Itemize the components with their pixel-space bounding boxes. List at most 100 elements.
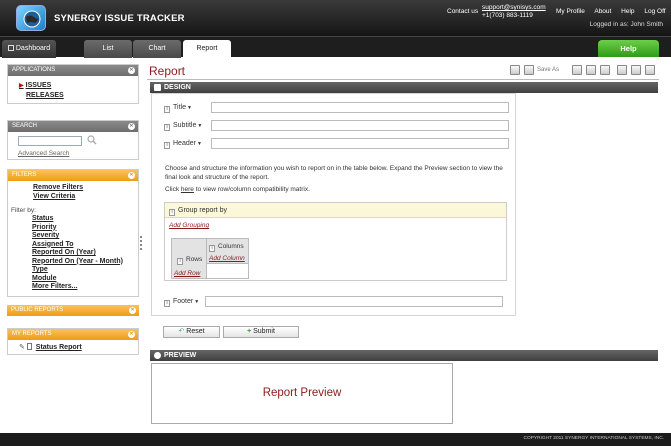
info-icon[interactable]: i	[169, 209, 175, 216]
help-button[interactable]: Help	[598, 40, 659, 57]
header-field-label: i Header▼	[164, 140, 202, 149]
undo-icon: ↶	[178, 328, 185, 335]
about-link[interactable]: About	[594, 8, 611, 15]
filter-by-label: Filter by:	[11, 207, 36, 214]
logged-in-user: John Smith	[630, 21, 663, 28]
tab-dashboard[interactable]: Dashboard	[2, 40, 56, 58]
view-criteria-link[interactable]: View Criteria	[33, 193, 138, 202]
group-by-header: i Group report by	[165, 203, 506, 218]
print-icon[interactable]	[572, 65, 582, 75]
dropdown-caret-icon[interactable]: ▼	[197, 141, 202, 147]
my-reports-header: MY REPORTS ✕	[8, 329, 138, 340]
info-icon[interactable]: i	[164, 142, 170, 149]
footer-input[interactable]	[205, 296, 503, 307]
search-title: SEARCH	[12, 123, 38, 129]
filter-status[interactable]: Status	[32, 215, 138, 224]
collapse-icon[interactable]: ✕	[128, 172, 135, 179]
help-link[interactable]: Help	[621, 8, 634, 15]
click-suffix: to view row/column compatibility matrix.	[195, 186, 310, 193]
advanced-search-link[interactable]: Advanced Search	[18, 150, 69, 157]
subtitle-input[interactable]	[211, 120, 509, 131]
save-as-label[interactable]: Save As	[537, 67, 559, 73]
add-column-link[interactable]: Add Column	[209, 255, 245, 262]
my-reports-panel: MY REPORTS ✕ ✎ Status Report	[7, 328, 139, 355]
footer-field-label: i Footer▼	[164, 298, 199, 307]
edit-icon[interactable]: ✎	[19, 343, 25, 351]
search-panel: SEARCH ✕ Advanced Search	[7, 120, 139, 160]
arrow-right-icon: ▶	[19, 83, 24, 89]
filter-reported-on-year-month[interactable]: Reported On (Year - Month)	[32, 258, 138, 267]
sidebar-item-issues-label: ISSUES	[25, 82, 52, 89]
columns-cell: i Columns Add Column	[206, 238, 249, 264]
reset-button[interactable]: ↶ Reset	[163, 326, 220, 338]
app-logo	[16, 5, 46, 31]
filter-type[interactable]: Type	[32, 266, 138, 275]
search-input[interactable]	[18, 136, 82, 146]
public-reports-header: PUBLIC REPORTS ✕	[7, 305, 139, 316]
save-icon[interactable]	[510, 65, 520, 75]
my-reports-title: MY REPORTS	[12, 331, 52, 337]
info-icon[interactable]: i	[164, 124, 170, 131]
dropdown-caret-icon[interactable]: ▼	[197, 123, 202, 129]
title-divider	[147, 79, 659, 80]
subtitle-field-label: i Subtitle▼	[164, 122, 202, 131]
info-icon[interactable]: i	[177, 258, 183, 265]
filter-assigned-to[interactable]: Assigned To	[32, 241, 138, 250]
compatibility-text: Click here to view row/column compatibil…	[165, 186, 310, 193]
log-off-link[interactable]: Log Off	[644, 8, 665, 15]
info-icon[interactable]: i	[209, 245, 215, 252]
public-reports-panel: PUBLIC REPORTS ✕	[7, 305, 139, 317]
excel-icon[interactable]	[631, 65, 641, 75]
info-icon[interactable]: i	[164, 106, 170, 113]
page-title: Report	[149, 64, 186, 78]
collapse-icon[interactable]: ✕	[128, 123, 135, 130]
collapse-icon[interactable]: ✕	[128, 331, 135, 338]
save-as-icon[interactable]	[524, 65, 534, 75]
search-icon[interactable]	[87, 135, 97, 147]
preview-section-header[interactable]: PREVIEW	[150, 350, 658, 361]
columns-label: Columns	[218, 243, 244, 250]
contact-email-link[interactable]: support@synisys.com	[482, 4, 546, 12]
my-profile-link[interactable]: My Profile	[556, 8, 585, 15]
share-icon[interactable]	[600, 65, 610, 75]
export-icon[interactable]	[586, 65, 596, 75]
submit-button[interactable]: + Submit	[223, 326, 299, 338]
group-by-label: Group report by	[178, 207, 228, 214]
report-preview-text: Report Preview	[262, 387, 342, 399]
applications-header: APPLICATIONS ✕	[8, 65, 138, 76]
more-filters-link[interactable]: More Filters...	[32, 283, 138, 292]
main-content: Report Save As DESIGN i Title▼ i Subtitle▼…	[147, 61, 664, 431]
filter-reported-on-year[interactable]: Reported On (Year)	[32, 249, 138, 258]
collapse-icon[interactable]: ✕	[128, 67, 135, 74]
compatibility-matrix-link[interactable]: here	[181, 186, 194, 193]
header-input[interactable]	[211, 138, 509, 149]
sidebar-item-releases[interactable]: RELEASES	[26, 92, 138, 101]
tab-list[interactable]: List	[84, 40, 132, 58]
tab-bar: Dashboard List Chart Report	[0, 36, 671, 58]
search-header: SEARCH ✕	[8, 121, 138, 132]
app-title: SYNERGY ISSUE TRACKER	[54, 13, 185, 24]
design-panel: i Title▼ i Subtitle▼ i Header▼ Choose and s…	[151, 93, 516, 316]
add-row-link[interactable]: Add Row	[174, 270, 200, 277]
dropdown-caret-icon[interactable]: ▼	[194, 299, 199, 305]
collapse-icon[interactable]: ✕	[129, 307, 136, 314]
click-prefix: Click	[165, 186, 180, 193]
contact-info: support@synisys.com +1(703) 883-1119	[482, 4, 546, 20]
tab-report[interactable]: Report	[183, 40, 231, 58]
pdf-icon[interactable]	[617, 65, 627, 75]
refresh-icon[interactable]	[645, 65, 655, 75]
sidebar-resize-handle[interactable]	[140, 236, 142, 250]
tab-chart[interactable]: Chart	[133, 40, 181, 58]
filter-severity[interactable]: Severity	[32, 232, 138, 241]
filter-priority[interactable]: Priority	[32, 224, 138, 233]
status-report-link[interactable]: Status Report	[36, 344, 82, 351]
contact-phone: +1(703) 883-1119	[482, 12, 533, 19]
title-input[interactable]	[211, 102, 509, 113]
info-icon[interactable]: i	[164, 300, 170, 307]
dropdown-caret-icon[interactable]: ▼	[187, 105, 192, 111]
remove-filters-link[interactable]: Remove Filters	[33, 184, 138, 193]
sidebar-item-issues[interactable]: ▶ ISSUES	[19, 82, 138, 91]
filter-module[interactable]: Module	[32, 275, 138, 284]
design-section-header[interactable]: DESIGN	[150, 82, 658, 93]
add-grouping-link[interactable]: Add Grouping	[169, 222, 209, 229]
